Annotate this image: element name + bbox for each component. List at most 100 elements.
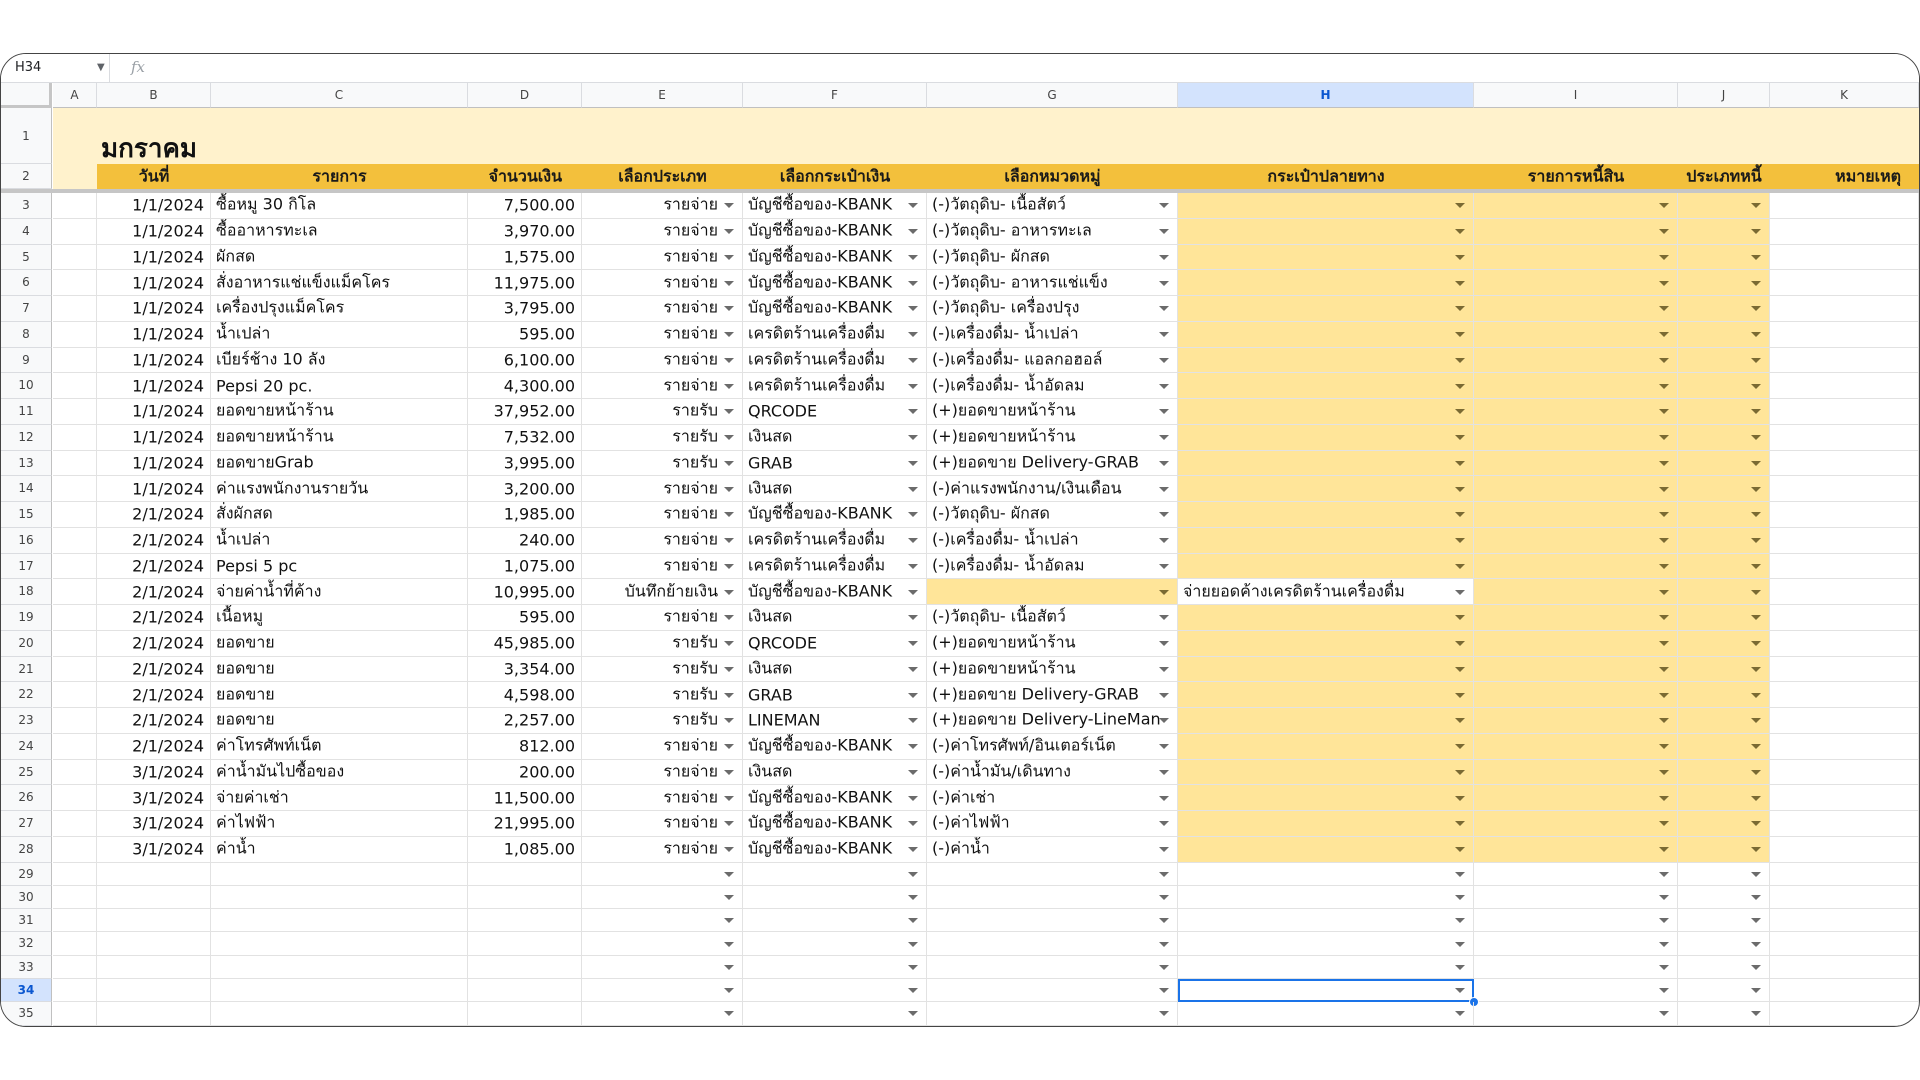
chevron-down-icon[interactable] xyxy=(1159,332,1169,338)
category-dropdown[interactable]: (-)ค่าโทรศัพท์/อินเตอร์เน็ต xyxy=(927,733,1178,760)
date-cell[interactable]: 3/1/2024 xyxy=(97,811,211,837)
chevron-down-icon[interactable] xyxy=(1159,383,1169,389)
category-dropdown[interactable] xyxy=(927,862,1178,886)
debt-type-dropdown[interactable] xyxy=(1678,553,1770,580)
item-cell[interactable]: ผักสด xyxy=(211,244,468,271)
cell-a[interactable] xyxy=(53,527,97,554)
chevron-down-icon[interactable] xyxy=(1455,357,1465,363)
column-header-k[interactable]: K xyxy=(1770,83,1919,108)
destination-wallet-dropdown[interactable] xyxy=(1178,296,1474,322)
chevron-down-icon[interactable] xyxy=(908,692,918,698)
note-cell[interactable] xyxy=(1770,193,1919,219)
type-dropdown[interactable]: รายจ่าย xyxy=(582,347,743,374)
wallet-dropdown[interactable]: GRAB xyxy=(743,450,927,477)
cell-a[interactable] xyxy=(53,979,97,1003)
row-header[interactable]: 6 xyxy=(1,270,52,296)
chevron-down-icon[interactable] xyxy=(908,744,918,750)
row-header[interactable]: 22 xyxy=(1,682,52,708)
amount-cell[interactable] xyxy=(468,932,582,956)
destination-wallet-dropdown[interactable] xyxy=(1178,733,1474,760)
chevron-down-icon[interactable] xyxy=(1751,744,1761,750)
date-cell[interactable]: 1/1/2024 xyxy=(97,373,211,399)
chevron-down-icon[interactable] xyxy=(1659,692,1669,698)
chevron-down-icon[interactable] xyxy=(1659,383,1669,389)
destination-wallet-dropdown[interactable] xyxy=(1178,218,1474,245)
chevron-down-icon[interactable] xyxy=(1659,615,1669,621)
destination-wallet-dropdown[interactable] xyxy=(1178,630,1474,657)
debt-type-dropdown[interactable] xyxy=(1678,932,1770,956)
type-dropdown[interactable]: รายจ่าย xyxy=(582,785,743,811)
chevron-down-icon[interactable] xyxy=(1455,894,1465,900)
date-cell[interactable]: 1/1/2024 xyxy=(97,218,211,245)
note-cell[interactable] xyxy=(1770,373,1919,399)
date-cell[interactable]: 1/1/2024 xyxy=(97,296,211,322)
chevron-down-icon[interactable] xyxy=(1455,563,1465,569)
item-cell[interactable]: สั่งผักสด xyxy=(211,502,468,528)
wallet-dropdown[interactable]: เครดิตร้านเครื่องดื่ม xyxy=(743,553,927,580)
row-header[interactable]: 32 xyxy=(1,932,52,956)
chevron-down-icon[interactable] xyxy=(1659,435,1669,441)
chevron-down-icon[interactable] xyxy=(1751,306,1761,312)
row-header[interactable]: 21 xyxy=(1,656,52,683)
cell-a[interactable] xyxy=(53,579,97,605)
note-cell[interactable] xyxy=(1770,450,1919,477)
item-cell[interactable]: ซื้ออาหารทะเล xyxy=(211,218,468,245)
chevron-down-icon[interactable] xyxy=(724,357,734,363)
chevron-down-icon[interactable] xyxy=(1159,666,1169,672)
cell-a[interactable] xyxy=(53,424,97,451)
debt-item-dropdown[interactable] xyxy=(1474,733,1678,760)
debt-item-dropdown[interactable] xyxy=(1474,656,1678,683)
debt-item-dropdown[interactable] xyxy=(1474,605,1678,631)
chevron-down-icon[interactable] xyxy=(1455,306,1465,312)
debt-type-dropdown[interactable] xyxy=(1678,759,1770,786)
category-dropdown[interactable]: (-)ค่าไฟฟ้า xyxy=(927,811,1178,837)
category-dropdown[interactable]: (+)ยอดขาย Delivery-GRAB xyxy=(927,450,1178,477)
chevron-down-icon[interactable] xyxy=(1159,1011,1169,1017)
chevron-down-icon[interactable] xyxy=(1159,254,1169,260)
item-cell[interactable]: ค่าแรงพนักงานรายวัน xyxy=(211,476,468,502)
amount-cell[interactable]: 6,100.00 xyxy=(468,347,582,374)
debt-item-dropdown[interactable] xyxy=(1474,979,1678,1003)
category-dropdown[interactable] xyxy=(927,955,1178,979)
cell-a[interactable] xyxy=(53,759,97,786)
cell-a[interactable] xyxy=(53,656,97,683)
date-cell[interactable]: 2/1/2024 xyxy=(97,502,211,528)
type-dropdown[interactable]: รายจ่าย xyxy=(582,476,743,502)
chevron-down-icon[interactable] xyxy=(1751,332,1761,338)
chevron-down-icon[interactable] xyxy=(724,203,734,209)
chevron-down-icon[interactable] xyxy=(1159,512,1169,518)
chevron-down-icon[interactable] xyxy=(724,615,734,621)
chevron-down-icon[interactable] xyxy=(908,486,918,492)
wallet-dropdown[interactable]: บัญชีซื้อของ-KBANK xyxy=(743,836,927,863)
select-all-corner[interactable] xyxy=(1,83,52,108)
type-dropdown[interactable]: รายจ่าย xyxy=(582,527,743,554)
wallet-dropdown[interactable] xyxy=(743,955,927,979)
destination-wallet-dropdown[interactable] xyxy=(1178,193,1474,219)
wallet-dropdown[interactable]: เงินสด xyxy=(743,759,927,786)
chevron-down-icon[interactable] xyxy=(1659,641,1669,647)
date-cell[interactable] xyxy=(97,885,211,910)
amount-cell[interactable]: 7,500.00 xyxy=(468,193,582,219)
destination-wallet-dropdown[interactable] xyxy=(1178,909,1474,933)
wallet-dropdown[interactable]: บัญชีซื้อของ-KBANK xyxy=(743,579,927,605)
row-header[interactable]: 30 xyxy=(1,885,52,910)
chevron-down-icon[interactable] xyxy=(724,769,734,775)
column-header-f[interactable]: F xyxy=(743,83,927,108)
note-cell[interactable] xyxy=(1770,785,1919,811)
item-cell[interactable] xyxy=(211,979,468,1003)
chevron-down-icon[interactable] xyxy=(1455,460,1465,466)
cell-a[interactable] xyxy=(53,836,97,863)
debt-type-dropdown[interactable] xyxy=(1678,656,1770,683)
chevron-down-icon[interactable] xyxy=(1659,795,1669,801)
item-cell[interactable]: จ่ายค่าเช่า xyxy=(211,785,468,811)
category-dropdown[interactable]: (+)ยอดขายหน้าร้าน xyxy=(927,630,1178,657)
chevron-down-icon[interactable] xyxy=(1659,512,1669,518)
debt-type-dropdown[interactable] xyxy=(1678,979,1770,1003)
chevron-down-icon[interactable] xyxy=(1159,589,1169,595)
chevron-down-icon[interactable] xyxy=(1659,229,1669,235)
destination-wallet-dropdown[interactable] xyxy=(1178,373,1474,399)
chevron-down-icon[interactable] xyxy=(1455,486,1465,492)
wallet-dropdown[interactable]: บัญชีซื้อของ-KBANK xyxy=(743,785,927,811)
chevron-down-icon[interactable] xyxy=(1659,821,1669,827)
chevron-down-icon[interactable] xyxy=(724,460,734,466)
